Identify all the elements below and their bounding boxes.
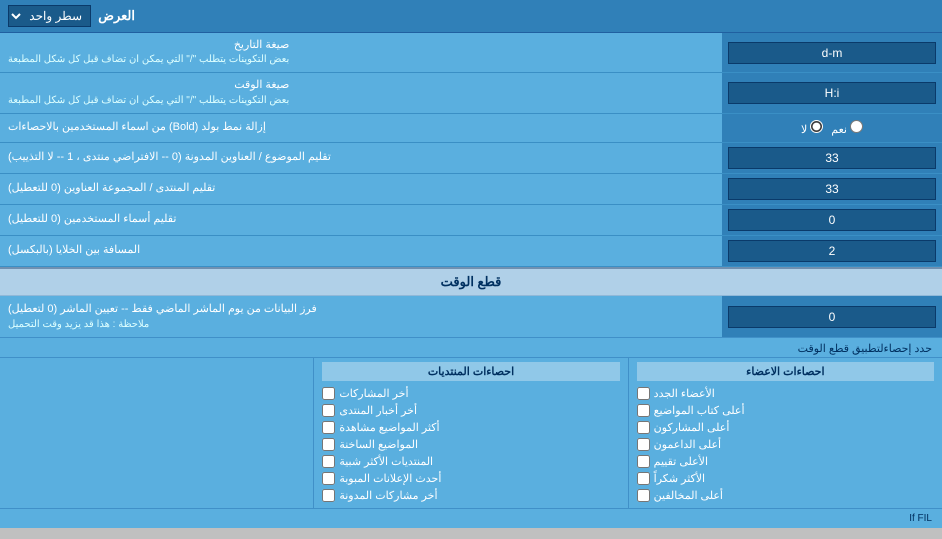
checkbox-most-thanks: الأكثر شكراً	[637, 470, 934, 487]
checkbox-most-thanks-input[interactable]	[637, 472, 650, 485]
time-filter-input-wrapper	[722, 296, 942, 338]
topic-titles-row: تقليم الموضوع / العناوين المدونة (0 -- ا…	[0, 143, 942, 174]
checkbox-top-rated-input[interactable]	[637, 455, 650, 468]
checkbox-last-posts-input[interactable]	[322, 387, 335, 400]
limit-label: حدد إحصاءلتطبيق قطع الوقت	[0, 337, 942, 357]
radio-no-label: لا	[801, 120, 823, 136]
checkbox-top-sharers-input[interactable]	[637, 421, 650, 434]
date-format-label: صيغة التاريخ بعض التكوينات يتطلب "/" الت…	[0, 33, 722, 72]
checkbox-similar-forums-input[interactable]	[322, 455, 335, 468]
forums-col-header: احصاءات المنتديات	[322, 362, 619, 381]
bold-stats-radio-wrapper: نعم لا	[722, 114, 942, 142]
time-filter-row: فرز البيانات من يوم الماشر الماضي فقط --…	[0, 296, 942, 338]
user-names-label: تقليم أسماء المستخدمين (0 للتعطيل)	[0, 205, 722, 235]
members-col-header: احصاءات الاعضاء	[637, 362, 934, 381]
stats-col-middle: احصاءات المنتديات أخر المشاركات أخر أخبا…	[313, 358, 627, 508]
user-names-row: تقليم أسماء المستخدمين (0 للتعطيل)	[0, 205, 942, 236]
radio-yes-label: نعم	[831, 120, 863, 136]
checkbox-last-news: أخر أخبار المنتدى	[322, 402, 619, 419]
checkbox-latest-ads: أحدث الإعلانات المبوبة	[322, 470, 619, 487]
checkbox-top-violators: أعلى المخالفين	[637, 487, 934, 504]
cell-distance-input-wrapper	[722, 236, 942, 266]
checkbox-top-writers: أعلى كتاب المواضيع	[637, 402, 934, 419]
checkbox-top-rated: الأعلى تقييم	[637, 453, 934, 470]
checkbox-top-sharers: أعلى المشاركون	[637, 419, 934, 436]
date-format-input-wrapper	[722, 33, 942, 72]
checkboxes-container: احصاءات الاعضاء الأعضاء الجدد أعلى كتاب …	[0, 357, 942, 508]
header-label: العرض	[98, 8, 135, 24]
checkbox-top-donors-input[interactable]	[637, 438, 650, 451]
checkbox-last-posts: أخر المشاركات	[322, 385, 619, 402]
time-format-row: صيغة الوقت بعض التكوينات يتطلب "/" التي …	[0, 73, 942, 113]
topic-titles-label: تقليم الموضوع / العناوين المدونة (0 -- ا…	[0, 143, 722, 173]
topic-titles-input-wrapper	[722, 143, 942, 173]
checkbox-hot-topics: المواضيع الساخنة	[322, 436, 619, 453]
forum-titles-row: تقليم المنتدى / المجموعة العناوين (0 للت…	[0, 174, 942, 205]
header-row: العرض سطر واحد	[0, 0, 942, 33]
cell-distance-input[interactable]	[728, 240, 936, 262]
radio-yes[interactable]	[850, 120, 863, 133]
checkbox-top-writers-input[interactable]	[637, 404, 650, 417]
checkbox-new-members-input[interactable]	[637, 387, 650, 400]
bottom-hint: If FIL	[0, 508, 942, 528]
checkbox-new-members: الأعضاء الجدد	[637, 385, 934, 402]
checkbox-most-viewed-input[interactable]	[322, 421, 335, 434]
checkbox-latest-ads-input[interactable]	[322, 472, 335, 485]
time-format-input-wrapper	[722, 73, 942, 112]
time-filter-input[interactable]	[728, 306, 936, 328]
display-dropdown[interactable]: سطر واحد	[8, 5, 91, 27]
checkbox-last-news-input[interactable]	[322, 404, 335, 417]
user-names-input-wrapper	[722, 205, 942, 235]
forum-titles-input[interactable]	[728, 178, 936, 200]
time-format-label: صيغة الوقت بعض التكوينات يتطلب "/" التي …	[0, 73, 722, 112]
stats-col-right	[0, 358, 313, 508]
forum-titles-input-wrapper	[722, 174, 942, 204]
cell-distance-label: المسافة بين الخلايا (بالبكسل)	[0, 236, 722, 266]
time-format-input[interactable]	[728, 82, 936, 104]
checkbox-last-blog-posts: أخر مشاركات المدونة	[322, 487, 619, 504]
checkbox-last-blog-posts-input[interactable]	[322, 489, 335, 502]
user-names-input[interactable]	[728, 209, 936, 231]
checkbox-similar-forums: المنتديات الأكثر شبية	[322, 453, 619, 470]
checkbox-top-donors: أعلى الداعمون	[637, 436, 934, 453]
date-format-input[interactable]	[728, 42, 936, 64]
radio-no[interactable]	[810, 120, 823, 133]
checkbox-most-viewed: أكثر المواضيع مشاهدة	[322, 419, 619, 436]
topic-titles-input[interactable]	[728, 147, 936, 169]
stats-col-left: احصاءات الاعضاء الأعضاء الجدد أعلى كتاب …	[628, 358, 942, 508]
forum-titles-label: تقليم المنتدى / المجموعة العناوين (0 للت…	[0, 174, 722, 204]
bold-stats-label: إزالة نمط بولد (Bold) من اسماء المستخدمي…	[0, 114, 722, 142]
checkbox-top-violators-input[interactable]	[637, 489, 650, 502]
checkbox-hot-topics-input[interactable]	[322, 438, 335, 451]
date-format-row: صيغة التاريخ بعض التكوينات يتطلب "/" الت…	[0, 33, 942, 73]
bold-stats-row: نعم لا إزالة نمط بولد (Bold) من اسماء ال…	[0, 114, 942, 143]
time-section-header: قطع الوقت	[0, 267, 942, 296]
main-container: العرض سطر واحد صيغة التاريخ بعض التكوينا…	[0, 0, 942, 528]
cell-distance-row: المسافة بين الخلايا (بالبكسل)	[0, 236, 942, 267]
time-filter-label: فرز البيانات من يوم الماشر الماضي فقط --…	[0, 296, 722, 338]
